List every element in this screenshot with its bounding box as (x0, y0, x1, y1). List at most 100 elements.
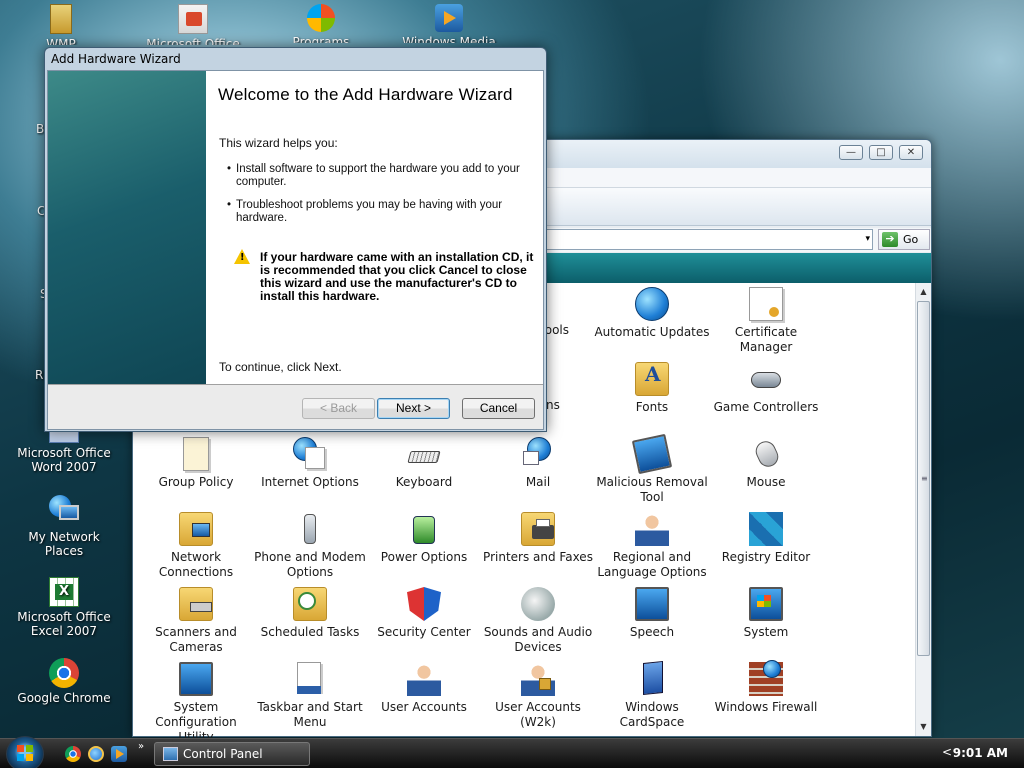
cp-item-game-controllers[interactable]: Game Controllers (708, 362, 824, 415)
cp-item-mail[interactable]: Mail (480, 437, 596, 490)
desktop-partial-label: R (35, 368, 44, 382)
warning-mark: ! (240, 252, 245, 263)
cp-item-power-options[interactable]: Power Options (366, 512, 482, 565)
desktop-icon-label: WMP (46, 37, 76, 45)
taskbar-control-panel[interactable]: Control Panel (154, 742, 310, 766)
users-icon (407, 662, 441, 696)
go-button[interactable]: ➔ Go (878, 229, 930, 250)
cp-item-scheduled-tasks[interactable]: Scheduled Tasks (252, 587, 368, 640)
cp-item-system[interactable]: System (708, 587, 824, 640)
desktop-icon-wmp[interactable]: WMP (6, 4, 116, 45)
desktop-icon-label: Programs (292, 35, 350, 43)
speaker-icon (521, 587, 555, 621)
cp-item-label: Scheduled Tasks (260, 625, 360, 639)
cp-item-label: Certificate Manager (734, 325, 798, 354)
cp-item-label: Mouse (746, 475, 786, 489)
desktop-icon-excel[interactable]: X Microsoft Office Excel 2007 (9, 577, 119, 638)
speech-icon (635, 587, 669, 621)
desktop-icon-network[interactable]: My Network Places (9, 493, 119, 558)
desktop-icon-label: Microsoft Office (146, 37, 240, 45)
cp-item-group-policy[interactable]: Group Policy (138, 437, 254, 490)
desktop-icon-chrome[interactable]: Google Chrome (9, 658, 119, 705)
cp-item-label: Security Center (377, 625, 471, 639)
vertical-scrollbar[interactable]: ▲ ≡ ▼ (915, 283, 931, 736)
cp-item-windows-firewall[interactable]: Windows Firewall (708, 660, 824, 715)
cp-item-label: Internet Options (261, 475, 359, 489)
desktop-icon-media-player[interactable]: Windows Media Player (394, 4, 504, 43)
cp-item-label: Power Options (380, 550, 468, 564)
network-connections-icon (179, 512, 213, 546)
cp-item-security-center[interactable]: Security Center (366, 587, 482, 640)
cp-item-label: Fonts (635, 400, 669, 414)
cp-item-user-accounts[interactable]: User Accounts (366, 662, 482, 715)
wmp-icon (50, 4, 72, 34)
desktop-icon-label: Windows Media Player (402, 35, 496, 43)
desktop-icon-label: Microsoft Office Excel 2007 (17, 610, 111, 638)
desktop-icon-office[interactable]: Microsoft Office (138, 4, 248, 45)
wizard-side-panel (48, 71, 206, 384)
cp-item-label: User Accounts (W2k) (495, 700, 581, 729)
cp-item-scanners-cameras[interactable]: Scanners and Cameras (138, 587, 254, 655)
cp-item-label: Scanners and Cameras (155, 625, 237, 654)
cp-item-label: Regional and Language Options (597, 550, 707, 579)
wizard-warning: If your hardware came with an installati… (260, 250, 534, 303)
cp-item-fonts[interactable]: A Fonts (594, 362, 710, 415)
mail-icon (521, 437, 555, 471)
chevron-down-icon[interactable]: ▾ (865, 234, 870, 244)
cp-item-label: Keyboard (395, 475, 453, 489)
chrome-icon[interactable] (65, 746, 81, 762)
taskbar: » Control Panel < 9:01 AM (0, 736, 1024, 768)
clock[interactable]: 9:01 AM (953, 746, 1008, 760)
cp-item-phone-modem[interactable]: Phone and Modem Options (252, 512, 368, 580)
cp-item-certificate-manager[interactable]: Certificate Manager (708, 287, 824, 355)
desktop-partial-label: B (36, 122, 45, 136)
cp-item-taskbar-start-menu[interactable]: Taskbar and Start Menu (252, 662, 368, 730)
cp-item-keyboard[interactable]: Keyboard (366, 437, 482, 490)
media-player-icon[interactable] (111, 746, 127, 762)
cp-item-user-accounts-w2k[interactable]: User Accounts (W2k) (480, 662, 596, 730)
power-icon (407, 512, 441, 546)
desktop-icon-programs[interactable]: Programs (266, 4, 376, 43)
scroll-down-icon[interactable]: ▼ (916, 719, 931, 735)
minimize-button[interactable]: — (839, 145, 863, 160)
scheduled-tasks-icon (293, 587, 327, 621)
cp-item-regional-language[interactable]: Regional and Language Options (594, 512, 710, 580)
cp-item-mouse[interactable]: Mouse (708, 437, 824, 490)
cp-item-automatic-updates[interactable]: Automatic Updates (594, 287, 710, 340)
cp-item-label: System (743, 625, 789, 639)
shield-icon (407, 587, 441, 621)
cp-item-network-connections[interactable]: Network Connections (138, 512, 254, 580)
cp-item-speech[interactable]: Speech (594, 587, 710, 640)
cp-item-label: Group Policy (158, 475, 234, 489)
regional-icon (635, 512, 669, 546)
divider (48, 384, 543, 385)
cancel-button[interactable]: Cancel (462, 398, 535, 419)
scroll-up-icon[interactable]: ▲ (916, 284, 931, 300)
back-button[interactable]: < Back (302, 398, 375, 419)
cp-item-registry-editor[interactable]: Registry Editor (708, 512, 824, 565)
cp-item-malicious-removal-tool[interactable]: Malicious Removal Tool (594, 433, 710, 505)
cp-item-windows-cardspace[interactable]: Windows CardSpace (594, 660, 710, 730)
system-icon (749, 587, 783, 621)
quick-launch-more-icon[interactable]: » (138, 741, 144, 752)
media-player-icon (435, 4, 463, 32)
cp-item-sounds-audio[interactable]: Sounds and Audio Devices (480, 587, 596, 655)
tray-expand-icon[interactable]: < (942, 745, 952, 759)
go-arrow-icon: ➔ (882, 232, 898, 247)
cp-item-label: Sounds and Audio Devices (483, 625, 593, 654)
cp-item-label: User Accounts (381, 700, 467, 714)
close-button[interactable]: ✕ (899, 145, 923, 160)
scanner-icon (179, 587, 213, 621)
internet-explorer-icon[interactable] (88, 746, 104, 762)
cp-item-label: Malicious Removal Tool (596, 475, 708, 504)
next-button[interactable]: Next > (377, 398, 450, 419)
programs-icon (307, 4, 335, 32)
cp-item-internet-options[interactable]: Internet Options (252, 437, 368, 490)
maximize-button[interactable]: □ (869, 145, 893, 160)
cp-item-system-configuration[interactable]: System Configuration Utility (138, 662, 254, 745)
start-button[interactable] (6, 736, 44, 768)
cp-item-printers-faxes[interactable]: Printers and Faxes (480, 512, 596, 565)
cp-item-label: Game Controllers (713, 400, 819, 414)
scrollbar-thumb[interactable]: ≡ (917, 301, 930, 656)
gamepad-icon (749, 362, 783, 396)
